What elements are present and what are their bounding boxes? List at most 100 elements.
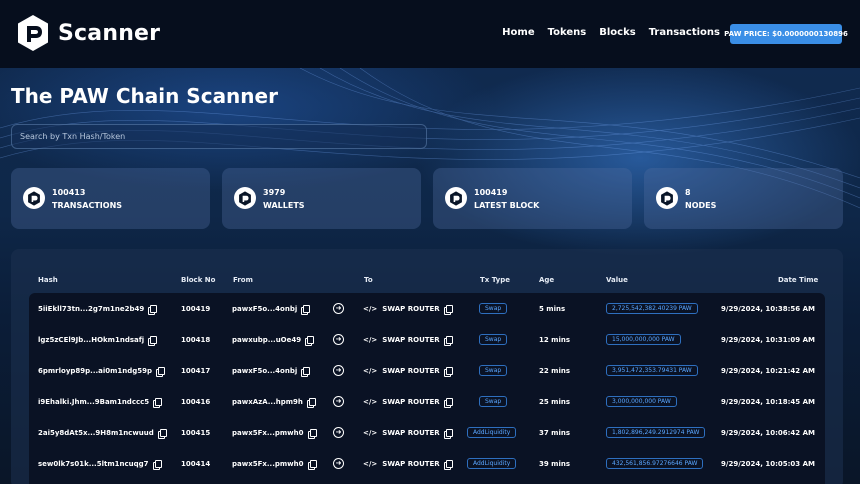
arrow-right-icon: ➜	[333, 427, 344, 438]
stat-label: NODES	[685, 201, 717, 210]
tx-date-time: 9/29/2024, 10:31:09 AM	[721, 335, 815, 344]
table-row[interactable]: lgz5zCEl9Jb...HOkm1ndsafj 100418 pawxubp…	[29, 324, 825, 355]
copy-icon[interactable]	[301, 304, 311, 315]
paw-price-button[interactable]: PAW PRICE: $0.0000000130896	[724, 24, 848, 44]
tx-hash-link[interactable]: 6pmrloyp89p...ai0m1ndg59p	[38, 367, 152, 375]
header-hash: Hash	[38, 276, 58, 284]
tx-type-badge: AddLiquidity	[467, 458, 517, 469]
header-from: From	[233, 276, 253, 284]
table-row[interactable]: i9Ehalki.Jhm...9Bam1ndccc5 100416 pawxAz…	[29, 386, 825, 417]
transactions-table-body: 5iiEkll73tn...2g7m1ne2b49 100419 pawxF5o…	[29, 293, 825, 484]
copy-icon[interactable]	[443, 459, 453, 470]
block-number[interactable]: 100416	[181, 398, 210, 406]
copy-icon[interactable]	[307, 428, 317, 439]
stat-value: 100419	[474, 188, 508, 197]
copy-icon[interactable]	[152, 459, 162, 470]
nav-home[interactable]: Home	[502, 27, 534, 38]
copy-icon[interactable]	[305, 335, 315, 346]
copy-icon[interactable]	[443, 335, 453, 346]
tx-type-badge: Swap	[479, 396, 508, 407]
stat-label: LATEST BLOCK	[474, 201, 540, 210]
code-icon: </>	[363, 335, 378, 344]
copy-icon[interactable]	[443, 366, 453, 377]
paw-logo-icon	[656, 187, 678, 209]
table-row[interactable]: sew0lk7s01k...5ltm1ncuqg7 100414 pawx5Fx…	[29, 448, 825, 479]
copy-icon[interactable]	[148, 335, 158, 346]
block-number[interactable]: 100415	[181, 429, 210, 437]
paw-logo-icon	[23, 187, 45, 209]
tx-age: 5 mins	[539, 304, 566, 313]
from-address[interactable]: pawxubp...uOe49	[232, 336, 301, 344]
from-address[interactable]: pawxF5o...4onbj	[232, 305, 297, 313]
table-row[interactable]: 5iiEkll73tn...2g7m1ne2b49 100419 pawxF5o…	[29, 293, 825, 324]
code-icon: </>	[363, 366, 378, 375]
tx-hash-link[interactable]: 5iiEkll73tn...2g7m1ne2b49	[38, 305, 144, 313]
stat-card-nodes: 8 NODES	[644, 168, 843, 229]
brand[interactable]: Scanner	[16, 14, 160, 52]
to-address[interactable]: SWAP ROUTER	[382, 305, 439, 313]
tx-age: 39 mins	[539, 459, 571, 468]
tx-date-time: 9/29/2024, 10:05:03 AM	[721, 459, 815, 468]
header-age: Age	[539, 276, 555, 284]
from-address[interactable]: pawxAzA...hpm9h	[232, 398, 303, 406]
block-number[interactable]: 100414	[181, 460, 210, 468]
to-address[interactable]: SWAP ROUTER	[382, 336, 439, 344]
code-icon: </>	[363, 428, 378, 437]
tx-age: 12 mins	[539, 335, 571, 344]
copy-icon[interactable]	[443, 428, 453, 439]
copy-icon[interactable]	[443, 304, 453, 315]
to-address[interactable]: SWAP ROUTER	[382, 367, 439, 375]
tx-hash-link[interactable]: i9Ehalki.Jhm...9Bam1ndccc5	[38, 398, 149, 406]
nav-transactions[interactable]: Transactions	[649, 27, 720, 38]
arrow-right-icon: ➜	[333, 303, 344, 314]
stat-value: 8	[685, 188, 691, 197]
code-icon: </>	[363, 397, 378, 406]
header-block: Block No	[181, 276, 216, 284]
from-address[interactable]: pawx5Fx...pmwh0	[232, 460, 304, 468]
paw-logo-icon	[234, 187, 256, 209]
tx-type-badge: Swap	[479, 303, 508, 314]
code-icon: </>	[363, 459, 378, 468]
block-number[interactable]: 100419	[181, 305, 210, 313]
block-number[interactable]: 100417	[181, 367, 210, 375]
arrow-right-icon: ➜	[333, 334, 344, 345]
tx-date-time: 9/29/2024, 10:21:42 AM	[721, 366, 815, 375]
copy-icon[interactable]	[148, 304, 158, 315]
copy-icon[interactable]	[443, 397, 453, 408]
copy-icon[interactable]	[157, 428, 167, 439]
tx-value-badge: 2,725,542,382.40239 PAW	[606, 303, 698, 314]
copy-icon[interactable]	[156, 366, 166, 377]
stat-card-latest-block: 100419 LATEST BLOCK	[433, 168, 632, 229]
copy-icon[interactable]	[307, 459, 317, 470]
nav-blocks[interactable]: Blocks	[599, 27, 635, 38]
table-row[interactable]: 6pmrloyp89p...ai0m1ndg59p 100417 pawxF5o…	[29, 355, 825, 386]
from-address[interactable]: pawx5Fx...pmwh0	[232, 429, 304, 437]
arrow-right-icon: ➜	[333, 458, 344, 469]
tx-date-time: 9/29/2024, 10:38:56 AM	[721, 304, 815, 313]
tx-date-time: 9/29/2024, 10:18:45 AM	[721, 397, 815, 406]
copy-icon[interactable]	[306, 397, 316, 408]
tx-value-badge: 432,561,856.97276646 PAW	[606, 458, 704, 469]
to-address[interactable]: SWAP ROUTER	[382, 429, 439, 437]
header-tx-type: Tx Type	[480, 276, 510, 284]
to-address[interactable]: SWAP ROUTER	[382, 460, 439, 468]
tx-value-badge: 15,000,000,000 PAW	[606, 334, 681, 345]
stat-label: TRANSACTIONS	[52, 201, 123, 210]
copy-icon[interactable]	[153, 397, 163, 408]
paw-logo-icon	[445, 187, 467, 209]
tx-hash-link[interactable]: 2ai5y8dAt5x...9H8m1ncwuud	[38, 429, 154, 437]
tx-value-badge: 3,000,000,000 PAW	[606, 396, 677, 407]
nav-links: Home Tokens Blocks Transactions	[502, 27, 720, 38]
tx-type-badge: Swap	[479, 334, 508, 345]
from-address[interactable]: pawxF5o...4onbj	[232, 367, 297, 375]
search-input[interactable]: Search by Txn Hash/Token	[11, 124, 427, 149]
tx-hash-link[interactable]: sew0lk7s01k...5ltm1ncuqg7	[38, 460, 149, 468]
table-row[interactable]: 2ai5y8dAt5x...9H8m1ncwuud 100415 pawx5Fx…	[29, 417, 825, 448]
tx-hash-link[interactable]: lgz5zCEl9Jb...HOkm1ndsafj	[38, 336, 144, 344]
copy-icon[interactable]	[301, 366, 311, 377]
stat-label: WALLETS	[263, 201, 305, 210]
to-address[interactable]: SWAP ROUTER	[382, 398, 439, 406]
block-number[interactable]: 100418	[181, 336, 210, 344]
top-navbar: Scanner Home Tokens Blocks Transactions …	[0, 0, 860, 68]
nav-tokens[interactable]: Tokens	[548, 27, 587, 38]
